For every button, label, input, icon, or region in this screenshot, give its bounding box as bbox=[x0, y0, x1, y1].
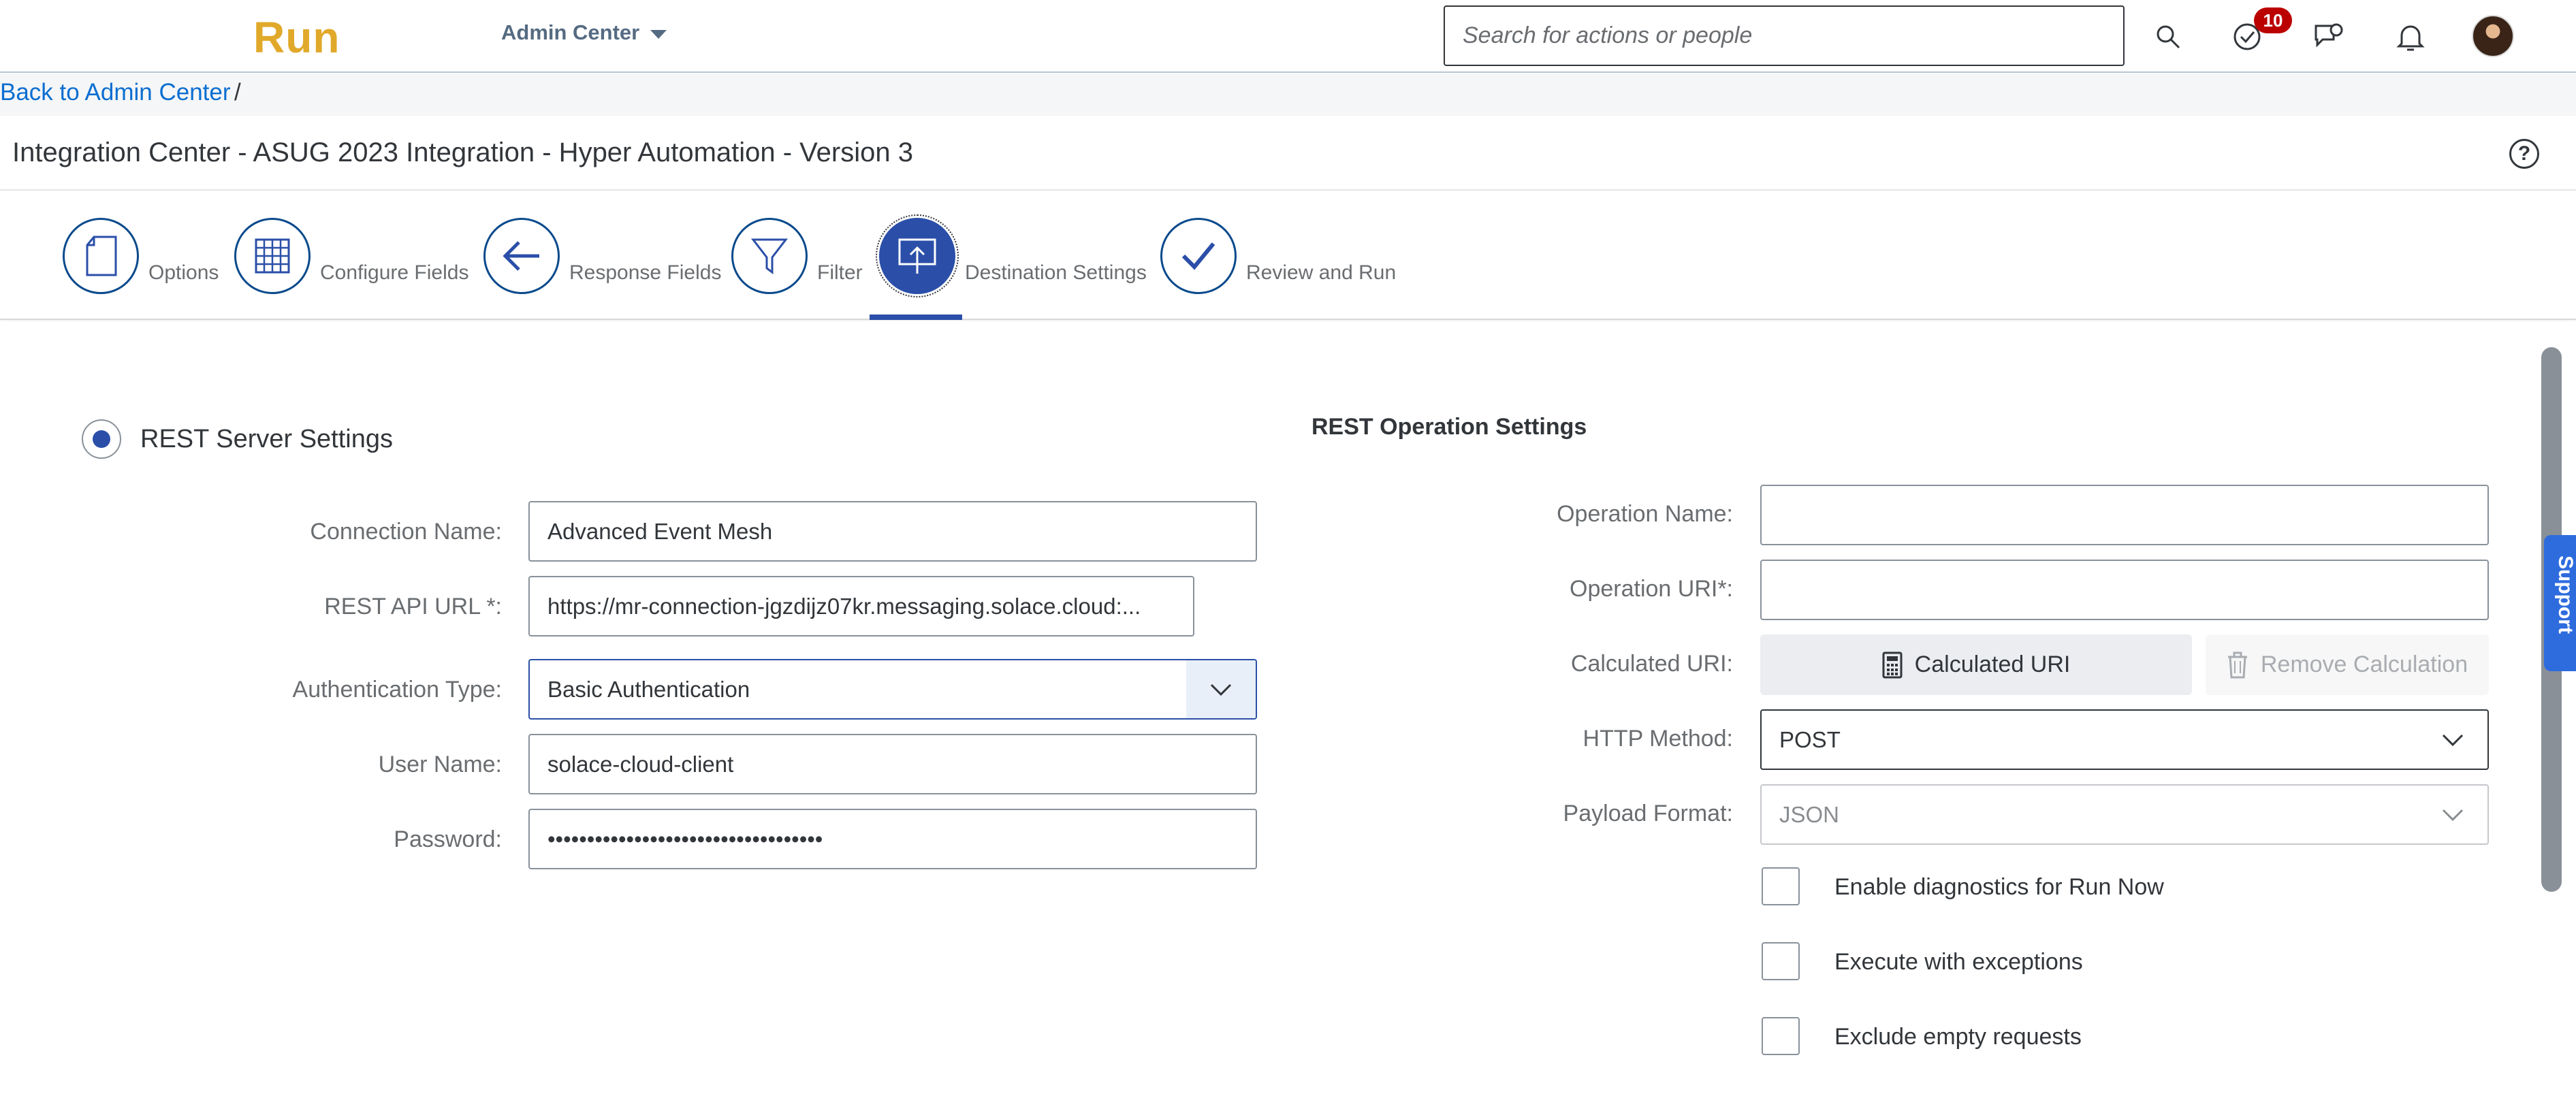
step-label: Response Fields bbox=[569, 261, 722, 284]
shell-header: Run Admin Center 10 bbox=[0, 0, 2576, 73]
auth-type-label: Authentication Type: bbox=[292, 677, 502, 703]
enable-diagnostics-checkbox[interactable] bbox=[1762, 867, 1800, 905]
rest-server-radio[interactable] bbox=[82, 419, 121, 459]
operation-name-field[interactable] bbox=[1760, 485, 2489, 545]
execute-with-exceptions-label: Execute with exceptions bbox=[1834, 949, 2083, 975]
http-method-value: POST bbox=[1779, 726, 1841, 752]
remove-calculation-button[interactable]: Remove Calculation bbox=[2206, 634, 2489, 695]
operation-uri-label: Operation URI*: bbox=[1570, 576, 1733, 602]
step-label: Review and Run bbox=[1246, 261, 1397, 284]
user-name-field[interactable]: solace-cloud-client bbox=[528, 734, 1257, 794]
filter-icon bbox=[731, 218, 808, 294]
breadcrumb: Back to Admin Center / bbox=[0, 74, 2576, 116]
rest-server-heading: REST Server Settings bbox=[140, 425, 394, 453]
step-filter[interactable]: Filter bbox=[731, 218, 863, 294]
support-tab[interactable]: Support bbox=[2544, 535, 2576, 671]
step-label: Configure Fields bbox=[320, 261, 469, 284]
help-icon[interactable]: ? bbox=[2509, 139, 2539, 169]
radio-selected-dot bbox=[93, 430, 110, 448]
execute-with-exceptions-checkbox[interactable] bbox=[1762, 942, 1800, 980]
step-response-fields[interactable]: Response Fields bbox=[483, 218, 721, 294]
checkmark-icon bbox=[1160, 218, 1237, 294]
step-label: Destination Settings bbox=[965, 261, 1147, 284]
api-url-value: https://mr-connection-jgzdijz07kr.messag… bbox=[547, 593, 1141, 619]
search-icon[interactable] bbox=[2150, 19, 2186, 54]
app-logo[interactable]: Run bbox=[253, 12, 340, 63]
step-configure-fields[interactable]: Configure Fields bbox=[234, 218, 468, 294]
arrow-left-icon bbox=[483, 218, 560, 294]
http-method-label: HTTP Method: bbox=[1583, 726, 1733, 752]
calculated-uri-button[interactable]: Calculated URI bbox=[1760, 634, 2192, 695]
payload-format-select[interactable]: JSON bbox=[1760, 784, 2489, 845]
exclude-empty-requests-checkbox[interactable] bbox=[1762, 1017, 1800, 1055]
payload-format-value: JSON bbox=[1779, 801, 1840, 827]
breadcrumb-back-link[interactable]: Back to Admin Center bbox=[0, 79, 231, 106]
connection-name-value: Advanced Event Mesh bbox=[547, 518, 773, 544]
module-label: Admin Center bbox=[501, 20, 640, 44]
auth-type-value: Basic Authentication bbox=[547, 676, 750, 702]
enable-diagnostics-label: Enable diagnostics for Run Now bbox=[1834, 874, 2164, 900]
connection-name-label: Connection Name: bbox=[310, 519, 502, 545]
step-options[interactable]: Options bbox=[63, 218, 219, 294]
chevron-down-icon[interactable] bbox=[2418, 711, 2487, 769]
user-avatar[interactable] bbox=[2472, 15, 2514, 57]
password-label: Password: bbox=[394, 826, 502, 852]
exclude-empty-requests-label: Exclude empty requests bbox=[1834, 1024, 2082, 1050]
grid-icon bbox=[234, 218, 311, 294]
payload-format-label: Payload Format: bbox=[1563, 801, 1733, 826]
remove-calculation-label: Remove Calculation bbox=[2260, 651, 2468, 677]
breadcrumb-separator: / bbox=[234, 79, 241, 106]
trash-icon bbox=[2227, 651, 2247, 678]
calculated-uri-label: Calculated URI: bbox=[1570, 651, 1733, 677]
module-switcher[interactable]: Admin Center bbox=[501, 20, 667, 45]
upload-presentation-icon bbox=[876, 214, 959, 297]
page-title: Integration Center - ASUG 2023 Integrati… bbox=[12, 138, 913, 167]
step-label: Filter bbox=[817, 261, 863, 284]
step-destination-settings[interactable]: Destination Settings bbox=[876, 214, 1147, 297]
search-input[interactable] bbox=[1444, 5, 2125, 66]
calculated-uri-button-label: Calculated URI bbox=[1914, 651, 2071, 677]
document-icon bbox=[63, 218, 139, 294]
calculator-icon bbox=[1882, 651, 1903, 678]
chevron-down-icon[interactable] bbox=[1186, 660, 1256, 718]
destination-settings-form: REST Server Settings Connection Name: Ad… bbox=[0, 321, 2576, 1096]
title-bar: Integration Center - ASUG 2023 Integrati… bbox=[0, 116, 2576, 191]
support-tab-label: Support bbox=[2554, 555, 2576, 634]
rest-operation-heading: REST Operation Settings bbox=[1311, 414, 1587, 440]
todo-badge: 10 bbox=[2254, 7, 2292, 33]
bell-icon[interactable] bbox=[2393, 19, 2428, 54]
user-name-value: solace-cloud-client bbox=[547, 751, 734, 777]
api-url-label: REST API URL *: bbox=[324, 594, 502, 619]
step-label: Options bbox=[148, 261, 219, 284]
connection-name-field[interactable]: Advanced Event Mesh bbox=[528, 501, 1257, 562]
operation-name-label: Operation Name: bbox=[1557, 501, 1733, 527]
operation-uri-field[interactable] bbox=[1760, 560, 2489, 620]
http-method-select[interactable]: POST bbox=[1760, 709, 2489, 770]
step-review-and-run[interactable]: Review and Run bbox=[1160, 218, 1396, 294]
api-url-field[interactable]: https://mr-connection-jgzdijz07kr.messag… bbox=[528, 576, 1194, 636]
active-step-indicator bbox=[870, 315, 962, 320]
wizard-steps: Options Configure Fields Response Fields… bbox=[0, 192, 2576, 320]
chevron-down-icon bbox=[2418, 786, 2487, 843]
caret-down-icon bbox=[650, 29, 667, 39]
feedback-icon[interactable] bbox=[2311, 19, 2347, 54]
password-value: ••••••••••••••••••••••••••••••••••• bbox=[547, 826, 823, 852]
auth-type-select[interactable]: Basic Authentication bbox=[528, 659, 1257, 720]
user-name-label: User Name: bbox=[378, 752, 502, 777]
password-field[interactable]: ••••••••••••••••••••••••••••••••••• bbox=[528, 809, 1257, 869]
